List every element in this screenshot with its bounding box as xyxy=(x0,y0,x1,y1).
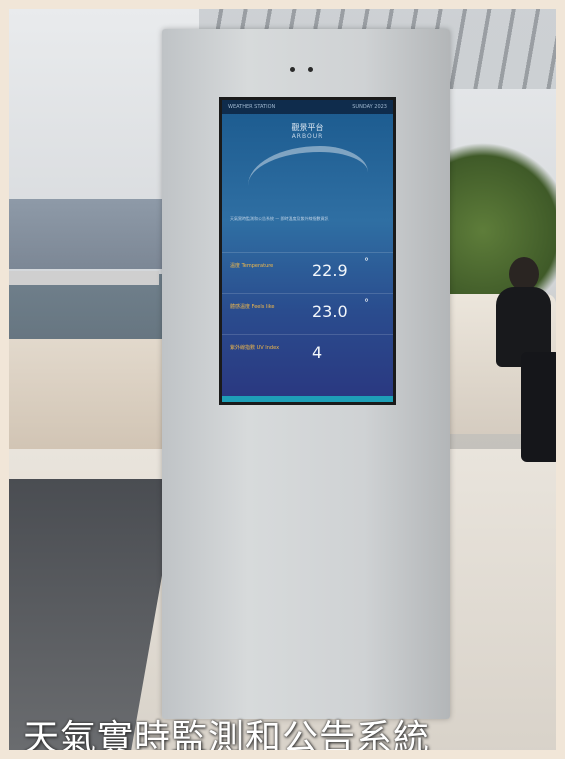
seated-person xyxy=(461,257,556,467)
screen-header-left: WEATHER STATION xyxy=(228,104,276,110)
reading-label: 體感溫度 Feels like xyxy=(230,304,275,310)
screen-header: WEATHER STATION SUNDAY 2023 xyxy=(222,100,393,114)
person-head xyxy=(509,257,539,291)
camera-dot xyxy=(308,67,313,72)
camera-dot xyxy=(290,67,295,72)
weather-kiosk: WEATHER STATION SUNDAY 2023 觀景平台 ARBOUR … xyxy=(162,29,450,719)
reading-label: 紫外線指數 UV Index xyxy=(230,345,280,351)
screen-paragraph: 天氣實時監測和公告系統 — 即時溫度及紫外線指數資訊 xyxy=(230,216,329,221)
reading-row: 體感溫度 Feels like 23.0 ° xyxy=(222,293,393,334)
screen-footer-bar xyxy=(222,396,393,402)
reading-value: 22.9 xyxy=(312,261,348,280)
reading-value: 4 xyxy=(312,343,323,362)
reading-unit: ° xyxy=(364,257,369,268)
screen-title: 觀景平台 xyxy=(291,123,324,132)
railing xyxy=(9,271,159,285)
screen-header-right: SUNDAY 2023 xyxy=(352,104,387,110)
reading-row: 溫度 Temperature 22.9 ° xyxy=(222,252,393,293)
reading-value: 23.0 xyxy=(312,302,348,321)
screen-subtitle: ARBOUR xyxy=(291,133,324,140)
person-legs xyxy=(521,352,556,462)
city-skyline xyxy=(9,199,169,269)
kiosk-screen[interactable]: WEATHER STATION SUNDAY 2023 觀景平台 ARBOUR … xyxy=(219,97,396,405)
reading-unit: ° xyxy=(364,298,369,309)
reading-row: 紫外線指數 UV Index 4 xyxy=(222,334,393,375)
arbour-illustration xyxy=(247,146,368,212)
caption-text: 天氣實時監測和公告系統 xyxy=(23,718,431,750)
photo-scene: WEATHER STATION SUNDAY 2023 觀景平台 ARBOUR … xyxy=(9,9,556,750)
reading-label: 溫度 Temperature xyxy=(230,263,274,269)
